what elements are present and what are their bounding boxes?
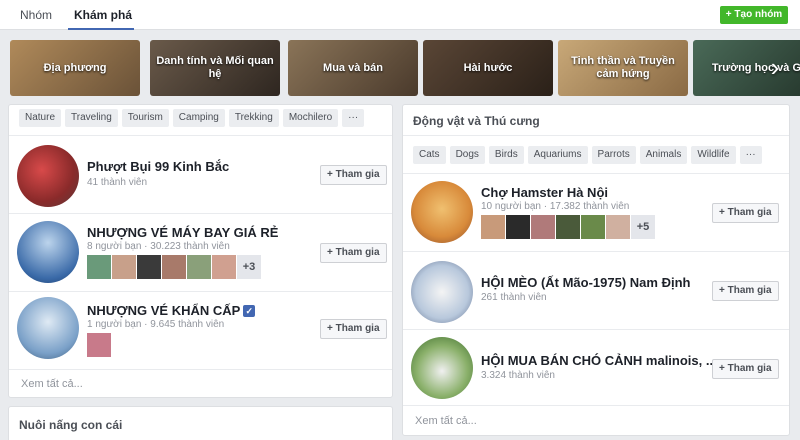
category-label: Danh tính và Mối quan hệ — [156, 55, 274, 80]
tab-groups[interactable]: Nhóm — [20, 8, 52, 22]
left-group-panel: Nature Traveling Tourism Camping Trekking Moc… — [8, 104, 393, 398]
see-all-link[interactable]: Xem tất cả... — [21, 378, 83, 390]
chip-cats[interactable]: Cats — [413, 146, 446, 164]
top-nav: Nhóm Khám phá + Tạo nhóm — [0, 0, 800, 30]
parenting-group-panel: Nuôi nấng con cái — [8, 406, 393, 440]
chip-parrots[interactable]: Parrots — [591, 146, 636, 164]
panel-title: Động vật và Thú cưng — [413, 114, 540, 128]
chip-animals[interactable]: Animals — [639, 146, 688, 164]
more-friends-count[interactable]: +3 — [237, 255, 261, 279]
chip-more[interactable]: ··· — [342, 109, 365, 127]
friend-thumbnails: +3 — [87, 255, 261, 279]
join-button[interactable]: + Tham gia — [320, 243, 387, 263]
more-friends-count[interactable]: +5 — [631, 215, 655, 239]
group-row: Phượt Bụi 99 Kinh Bắc 41 thành viên + Th… — [9, 143, 392, 211]
group-meta: 1 người bạn · 9.645 thành viên — [87, 319, 225, 330]
chip-mochilero[interactable]: Mochilero — [282, 109, 339, 127]
group-name[interactable]: Phượt Bụi 99 Kinh Bắc — [87, 159, 229, 174]
friend-avatar[interactable] — [212, 255, 236, 279]
join-button[interactable]: + Tham gia — [712, 203, 779, 223]
category-card-identity[interactable]: Danh tính và Mối quan hệ — [150, 40, 280, 96]
category-card-local[interactable]: Địa phương — [10, 40, 140, 96]
active-tab-indicator — [68, 28, 134, 30]
friend-avatar[interactable] — [606, 215, 630, 239]
join-button[interactable]: + Tham gia — [712, 359, 779, 379]
friend-avatar[interactable] — [87, 333, 111, 357]
group-name[interactable]: HỘI MUA BÁN CHÓ CẢNH malinois, ... — [481, 353, 717, 368]
friend-avatar[interactable] — [112, 255, 136, 279]
chip-birds[interactable]: Birds — [488, 146, 524, 164]
chip-nature[interactable]: Nature — [19, 109, 62, 127]
group-row: Chợ Hamster Hà Nội 10 người bạn · 17.382… — [403, 177, 789, 251]
friend-thumbnails: +5 — [481, 215, 655, 239]
category-card-inspiration[interactable]: Tinh thần và Truyền cảm hứng — [558, 40, 688, 96]
verified-check-icon: ✓ — [243, 305, 256, 317]
category-label: Tinh thần và Truyền cảm hứng — [571, 55, 675, 80]
group-meta: 8 người bạn · 30.223 thành viên — [87, 241, 230, 252]
chip-traveling[interactable]: Traveling — [65, 109, 118, 127]
friend-thumbnails — [87, 333, 112, 357]
chip-more[interactable]: ··· — [739, 146, 762, 164]
chip-dogs[interactable]: Dogs — [449, 146, 485, 164]
group-avatar[interactable] — [411, 261, 473, 323]
chevron-right-icon[interactable]: › — [762, 52, 788, 84]
group-row: HỘI MÈO (Ất Mão-1975) Nam Định 261 thành… — [403, 255, 789, 329]
right-group-panel: Động vật và Thú cưng Cats Dogs Birds Aquari… — [402, 104, 790, 436]
category-card-humor[interactable]: Hài hước — [423, 40, 553, 96]
panel-title: Nuôi nấng con cái — [19, 418, 123, 432]
group-meta: 10 người bạn · 17.382 thành viên — [481, 201, 630, 212]
category-label: Mua và bán — [323, 61, 383, 74]
group-name[interactable]: NHƯỢNG VÉ KHẨN CẤP ✓ — [87, 303, 256, 318]
chip-tourism[interactable]: Tourism — [121, 109, 169, 127]
friend-avatar[interactable] — [531, 215, 555, 239]
chip-camping[interactable]: Camping — [172, 109, 225, 127]
join-button[interactable]: + Tham gia — [320, 319, 387, 339]
friend-avatar[interactable] — [581, 215, 605, 239]
friend-avatar[interactable] — [187, 255, 211, 279]
topic-chips: Nature Traveling Tourism Camping Trekking Moc… — [19, 109, 368, 127]
category-label: Địa phương — [43, 61, 107, 74]
group-avatar[interactable] — [17, 297, 79, 359]
group-meta: 3.324 thành viên — [481, 370, 555, 381]
see-all-link[interactable]: Xem tất cả... — [415, 415, 477, 427]
group-row: NHƯỢNG VÉ KHẨN CẤP ✓ 1 người bạn · 9.645 … — [9, 295, 392, 365]
chip-aquariums[interactable]: Aquariums — [527, 146, 588, 164]
create-group-button[interactable]: + Tạo nhóm — [720, 6, 788, 24]
chip-trekking[interactable]: Trekking — [228, 109, 279, 127]
friend-avatar[interactable] — [162, 255, 186, 279]
group-row: NHƯỢNG VÉ MÁY BAY GIÁ RẺ 8 người bạn · 3… — [9, 217, 392, 293]
group-name[interactable]: Chợ Hamster Hà Nội — [481, 185, 608, 200]
group-row: HỘI MUA BÁN CHÓ CẢNH malinois, ... 3.324… — [403, 333, 789, 407]
group-avatar[interactable] — [411, 181, 473, 243]
group-name[interactable]: HỘI MÈO (Ất Mão-1975) Nam Định — [481, 275, 690, 290]
group-name[interactable]: NHƯỢNG VÉ MÁY BAY GIÁ RẺ — [87, 225, 278, 240]
group-avatar[interactable] — [17, 221, 79, 283]
friend-avatar[interactable] — [87, 255, 111, 279]
group-meta: 41 thành viên — [87, 177, 148, 188]
group-name-text: NHƯỢNG VÉ KHẨN CẤP — [87, 303, 241, 318]
tab-discover[interactable]: Khám phá — [74, 8, 132, 22]
category-label: Hài hước — [463, 61, 513, 74]
category-card-buy-sell[interactable]: Mua và bán — [288, 40, 418, 96]
friend-avatar[interactable] — [556, 215, 580, 239]
topic-chips: Cats Dogs Birds Aquariums Parrots Animals Wild… — [413, 146, 766, 164]
friend-avatar[interactable] — [137, 255, 161, 279]
friend-avatar[interactable] — [506, 215, 530, 239]
group-avatar[interactable] — [17, 145, 79, 207]
group-avatar[interactable] — [411, 337, 473, 399]
chip-wildlife[interactable]: Wildlife — [691, 146, 736, 164]
join-button[interactable]: + Tham gia — [320, 165, 387, 185]
category-carousel: Địa phương Danh tính và Mối quan hệ Mua … — [10, 38, 800, 100]
join-button[interactable]: + Tham gia — [712, 281, 779, 301]
friend-avatar[interactable] — [481, 215, 505, 239]
group-meta: 261 thành viên — [481, 292, 547, 303]
